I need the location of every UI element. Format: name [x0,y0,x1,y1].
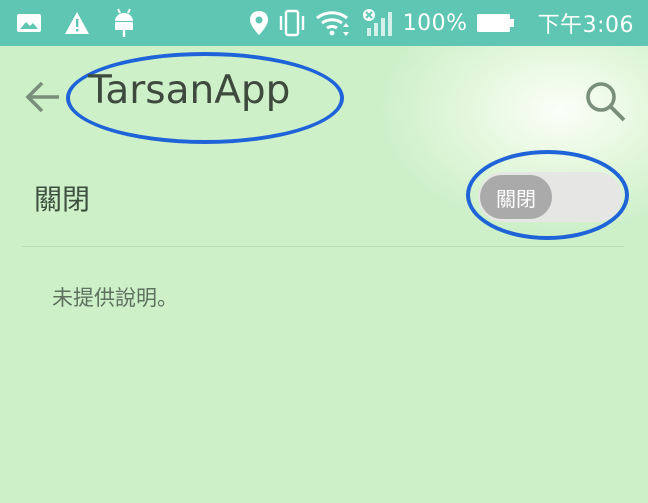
search-button[interactable] [580,76,630,126]
status-time: 下午3:06 [537,13,634,38]
battery-percent: 100% [402,10,468,36]
android-icon [112,8,136,38]
toggle-switch[interactable]: 關閉 [478,172,622,222]
location-pin-icon [249,10,269,36]
status-left-icons [16,6,136,40]
app-bar: TarsanApp [0,46,648,150]
status-right-icons: 100% 下午3:06 [249,6,634,40]
divider [22,246,624,247]
description-text: 未提供說明。 [52,286,178,310]
vibrate-icon [277,9,307,37]
page-title: TarsanApp [88,68,291,113]
setting-label: 關閉 [34,183,91,216]
warning-icon [64,11,90,35]
status-bar: 100% 下午3:06 [0,0,648,46]
battery-icon [476,12,516,34]
arrow-back-icon [25,80,61,114]
toggle-knob: 關閉 [480,175,552,219]
signal-no-sim-icon [361,8,395,38]
toggle-knob-label: 關閉 [496,186,536,211]
image-icon [16,12,42,34]
wifi-icon [315,9,353,37]
back-button[interactable] [22,76,64,118]
search-icon [583,79,627,123]
setting-row[interactable]: 關閉 關閉 [0,150,648,246]
